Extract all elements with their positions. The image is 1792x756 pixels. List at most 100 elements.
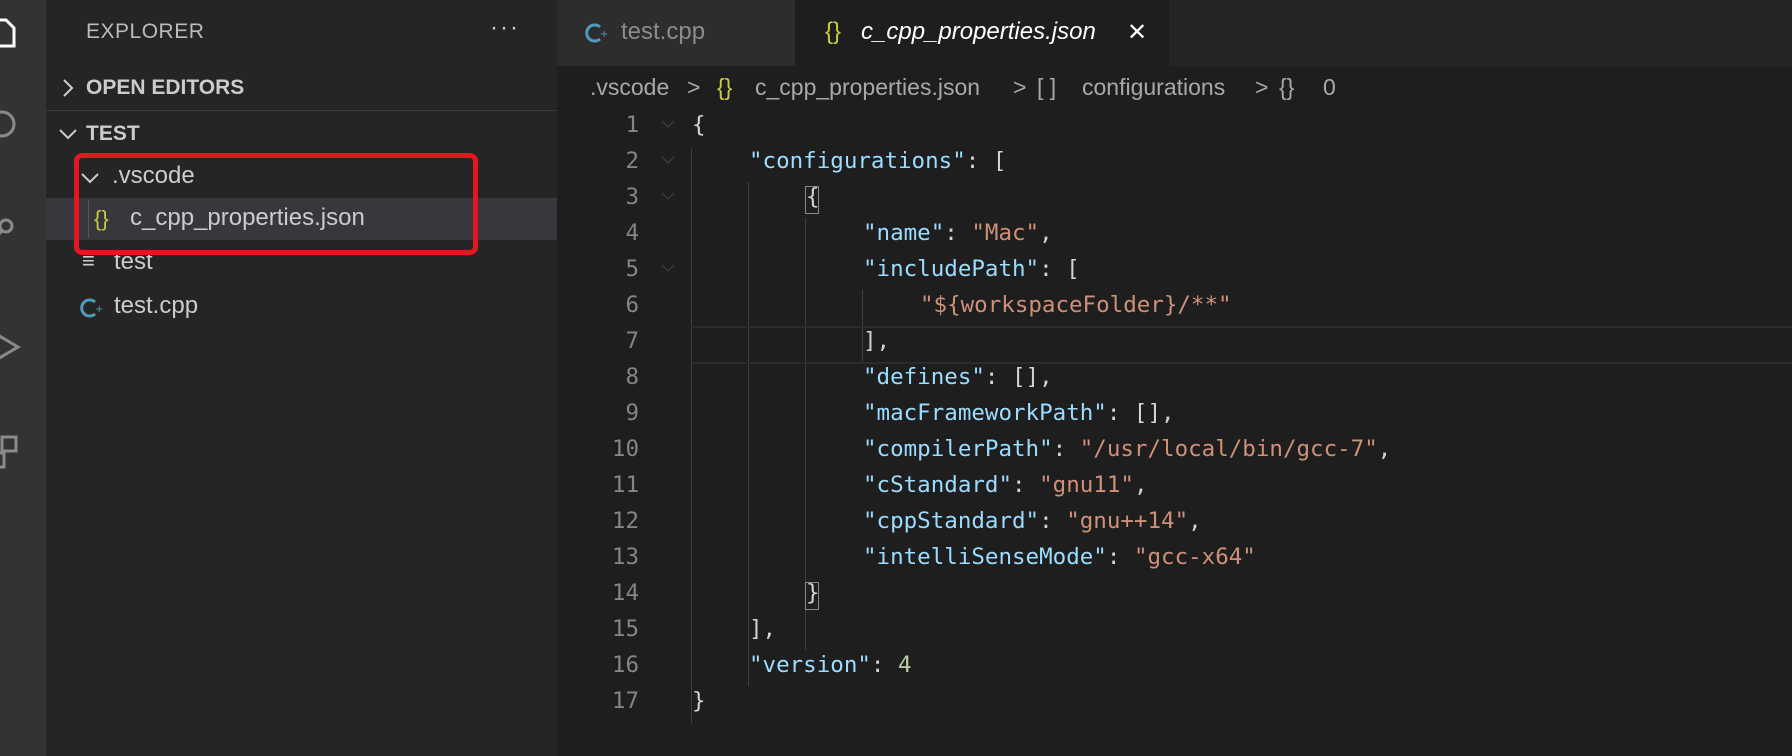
svg-text:++: ++ (95, 304, 104, 315)
code-editor[interactable]: 1{2 "configurations": [3{4 "name": "Mac", 5… (557, 110, 1792, 756)
punctuation: : (944, 220, 972, 246)
code-line[interactable]: 3{ (557, 180, 1792, 216)
punctuation: : (1039, 508, 1067, 534)
explorer-sidebar: EXPLORER ··· OPEN EDITORS TEST .vscode {… (46, 0, 557, 756)
line-number: 3 (625, 184, 639, 210)
open-editors-section[interactable]: OPEN EDITORS (46, 68, 557, 108)
json-string: "${workspaceFolder}/**" (920, 292, 1232, 318)
line-number: 7 (625, 328, 639, 354)
code-text: } (692, 688, 706, 714)
array-icon: [ ] (1037, 74, 1057, 100)
extensions-icon[interactable] (0, 435, 22, 469)
tab-test-cpp[interactable]: ++ test.cpp (557, 0, 795, 66)
punctuation: , (1039, 220, 1053, 246)
code-text: "version": 4 (749, 652, 912, 678)
line-number: 14 (611, 580, 639, 606)
editor-tab-bar: ++ test.cpp {} c_cpp_properties.json ✕ (557, 0, 1792, 66)
code-text: "intelliSenseMode": "gcc-x64" (863, 544, 1256, 570)
code-line[interactable]: 17} (557, 684, 1792, 720)
line-number: 1 (625, 112, 639, 138)
line-number: 15 (611, 616, 639, 642)
line-number: 2 (625, 148, 639, 174)
breadcrumb: .vscode > {} c_cpp_properties.json > [ ]… (557, 66, 1792, 110)
code-line[interactable]: 12 "cppStandard": "gnu++14", (557, 504, 1792, 540)
json-file-icon: {} (717, 74, 733, 100)
json-string: "gnu++14" (1066, 508, 1189, 534)
code-line[interactable]: 11 "cStandard": "gnu11", (557, 468, 1792, 504)
breadcrumb-separator: > (1255, 74, 1269, 100)
highlight-annotation-box (74, 153, 478, 255)
svg-text:++: ++ (600, 29, 609, 40)
fold-chevron-icon[interactable] (661, 186, 675, 206)
punctuation: : [ (1039, 256, 1080, 282)
punctuation: : (870, 652, 899, 678)
punctuation: : [], (984, 364, 1053, 390)
json-key: "name" (863, 220, 945, 246)
json-key: "defines" (863, 364, 985, 390)
json-key: "version" (749, 652, 871, 678)
code-text: "macFrameworkPath": [], (863, 400, 1175, 426)
tree-item-label: test.cpp (114, 292, 199, 319)
code-text: "configurations": [ (749, 148, 1006, 174)
tree-item-test-cpp[interactable]: ++ test.cpp (46, 286, 557, 328)
workspace-label: TEST (86, 122, 140, 145)
punctuation: , (1377, 436, 1392, 462)
tab-label: c_cpp_properties.json (861, 18, 1096, 45)
source-control-icon[interactable] (0, 212, 22, 246)
code-text: ], (863, 328, 890, 354)
code-line[interactable]: 2 "configurations": [ (557, 144, 1792, 180)
code-line[interactable]: 1{ (557, 108, 1792, 144)
code-text: "${workspaceFolder}/**" (920, 292, 1232, 318)
code-line[interactable]: 6 "${workspaceFolder}/**" (557, 288, 1792, 324)
workspace-section[interactable]: TEST (46, 114, 557, 154)
files-icon[interactable] (0, 16, 22, 50)
run-debug-icon[interactable] (0, 330, 22, 364)
code-line[interactable]: 10 "compilerPath": "/usr/local/bin/gcc-7"… (557, 432, 1792, 468)
code-line[interactable]: 16 "version": 4 (557, 648, 1792, 684)
line-number: 9 (625, 400, 639, 426)
code-line[interactable]: 8 "defines": [], (557, 360, 1792, 396)
json-key: "includePath" (863, 256, 1040, 282)
more-actions-button[interactable]: ··· (490, 14, 520, 42)
breadcrumb-separator: > (687, 74, 701, 100)
json-key: "configurations" (749, 148, 966, 174)
cpp-file-icon: ++ (80, 298, 104, 318)
search-icon[interactable] (0, 108, 22, 142)
code-text: "cppStandard": "gnu++14", (863, 508, 1202, 534)
code-line[interactable]: 7], (557, 324, 1792, 360)
code-line[interactable]: 9 "macFrameworkPath": [], (557, 396, 1792, 432)
breadcrumb-array[interactable]: configurations (1082, 74, 1225, 101)
fold-chevron-icon[interactable] (661, 258, 675, 278)
punctuation: ], (749, 616, 777, 642)
fold-chevron-icon[interactable] (661, 114, 675, 134)
line-number: 12 (611, 508, 639, 534)
code-text: "defines": [], (863, 364, 1053, 390)
tab-c-cpp-properties[interactable]: {} c_cpp_properties.json ✕ (795, 0, 1169, 66)
json-key: "cppStandard" (863, 508, 1040, 534)
cpp-file-icon: ++ (585, 23, 609, 43)
code-line[interactable]: 14} (557, 576, 1792, 612)
close-icon[interactable]: ✕ (1127, 18, 1147, 47)
punctuation: : (1052, 436, 1080, 462)
punctuation: : (1106, 544, 1134, 570)
breadcrumb-folder[interactable]: .vscode (590, 74, 669, 101)
code-line[interactable]: 4 "name": "Mac", (557, 216, 1792, 252)
fold-chevron-icon[interactable] (661, 150, 675, 170)
code-line[interactable]: 5 "includePath": [ (557, 252, 1792, 288)
activity-bar (0, 0, 46, 756)
chevron-right-icon (63, 79, 74, 97)
code-text: "compilerPath": "/usr/local/bin/gcc-7", (863, 436, 1391, 462)
breadcrumb-object[interactable]: 0 (1323, 74, 1336, 101)
code-text: { (806, 184, 820, 210)
punctuation: , (1188, 508, 1202, 534)
object-icon: {} (1279, 74, 1295, 100)
punctuation: , (1133, 472, 1148, 498)
code-text: "cStandard": "gnu11", (863, 472, 1147, 498)
breadcrumb-file[interactable]: c_cpp_properties.json (755, 74, 980, 101)
punctuation: : [ (965, 148, 1007, 174)
punctuation: ], (863, 328, 891, 354)
line-number: 11 (611, 472, 639, 498)
code-line[interactable]: 13 "intelliSenseMode": "gcc-x64" (557, 540, 1792, 576)
code-line[interactable]: 15], (557, 612, 1792, 648)
punctuation: { (692, 112, 706, 138)
